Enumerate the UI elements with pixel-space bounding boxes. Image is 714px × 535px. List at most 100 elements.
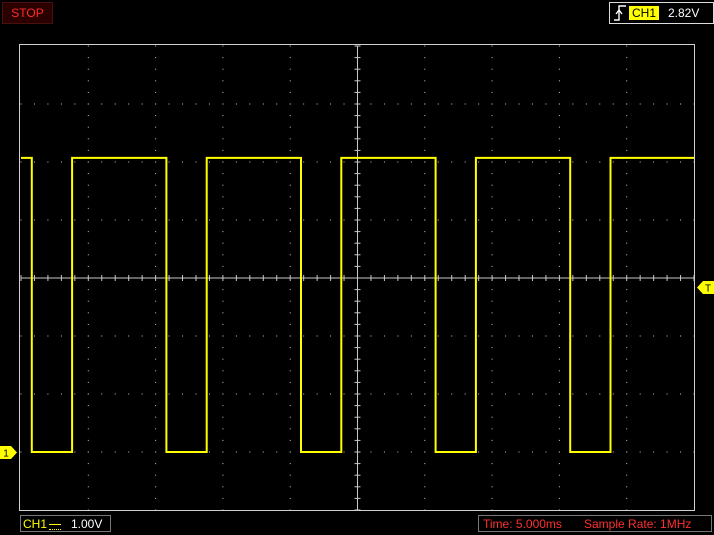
grid-dot bbox=[558, 393, 560, 395]
grid-dot bbox=[33, 219, 35, 221]
grid-dot bbox=[222, 173, 224, 175]
grid-dot bbox=[639, 219, 641, 221]
grid-dot bbox=[626, 381, 628, 383]
grid-dot bbox=[491, 405, 493, 407]
grid-dot bbox=[424, 138, 426, 140]
grid-dot bbox=[410, 335, 412, 337]
grid-dot bbox=[222, 358, 224, 360]
grid-dot bbox=[222, 335, 224, 337]
grid-dot bbox=[626, 289, 628, 291]
grid-dot bbox=[87, 126, 89, 128]
grid-dot bbox=[558, 474, 560, 476]
grid-dot bbox=[155, 196, 157, 198]
grid-dot bbox=[424, 103, 426, 105]
grid-dot bbox=[74, 393, 76, 395]
grid-dot bbox=[60, 335, 62, 337]
grid-dot bbox=[208, 335, 210, 337]
grid-dot bbox=[653, 451, 655, 453]
grid-dot bbox=[424, 486, 426, 488]
grid-dot bbox=[437, 103, 439, 105]
grid-dot bbox=[491, 323, 493, 325]
grid-dot bbox=[491, 335, 493, 337]
grid-dot bbox=[20, 335, 22, 337]
grid-dot bbox=[33, 161, 35, 163]
grid-dot bbox=[289, 405, 291, 407]
grid-dot bbox=[558, 161, 560, 163]
grid-dot bbox=[491, 219, 493, 221]
grid-dot bbox=[155, 381, 157, 383]
grid-dot bbox=[397, 161, 399, 163]
grid-dot bbox=[531, 335, 533, 337]
grid-dot bbox=[424, 57, 426, 59]
grid-dot bbox=[491, 439, 493, 441]
grid-dot bbox=[168, 219, 170, 221]
grid-dot bbox=[289, 497, 291, 499]
channel-scale-label: CH1 bbox=[23, 517, 48, 531]
grid-dot bbox=[155, 57, 157, 59]
grid-dot bbox=[424, 289, 426, 291]
grid-dot bbox=[545, 335, 547, 337]
grid-dot bbox=[289, 509, 291, 511]
grid-dot bbox=[222, 149, 224, 151]
grid-dot bbox=[289, 207, 291, 209]
channel-scale-box[interactable]: CH1 1.00V bbox=[20, 515, 111, 532]
grid-dot bbox=[155, 242, 157, 244]
ch1-ground-marker[interactable]: 1 bbox=[0, 446, 17, 459]
grid-dot bbox=[87, 312, 89, 314]
grid-dot bbox=[155, 312, 157, 314]
grid-dot bbox=[612, 103, 614, 105]
grid-dot bbox=[155, 428, 157, 430]
grid-dot bbox=[114, 451, 116, 453]
grid-dot bbox=[491, 207, 493, 209]
grid-dot bbox=[208, 451, 210, 453]
grid-dot bbox=[235, 451, 237, 453]
grid-dot bbox=[289, 115, 291, 117]
grid-dot bbox=[222, 474, 224, 476]
grid-dot bbox=[60, 393, 62, 395]
timebase-box[interactable]: Time: 5.000ms Sample Rate: 1MHz bbox=[478, 515, 712, 532]
grid-dot bbox=[155, 439, 157, 441]
grid-dot bbox=[639, 161, 641, 163]
grid-dot bbox=[141, 335, 143, 337]
grid-dot bbox=[33, 103, 35, 105]
grid-dot bbox=[303, 161, 305, 163]
grid-dot bbox=[424, 265, 426, 267]
grid-dot bbox=[693, 219, 695, 221]
grid-dot bbox=[424, 207, 426, 209]
grid-dot bbox=[626, 80, 628, 82]
grid-dot bbox=[74, 219, 76, 221]
grid-dot bbox=[128, 103, 130, 105]
grid-dot bbox=[491, 358, 493, 360]
grid-dot bbox=[155, 289, 157, 291]
grid-dot bbox=[626, 451, 628, 453]
grid-dot bbox=[182, 103, 184, 105]
grid-dot bbox=[235, 161, 237, 163]
grid-dot bbox=[491, 254, 493, 256]
grid-dot bbox=[424, 196, 426, 198]
grid-dot bbox=[572, 393, 574, 395]
grid-dot bbox=[155, 68, 157, 70]
grid-dot bbox=[47, 103, 49, 105]
grid-dot bbox=[626, 497, 628, 499]
grid-dot bbox=[303, 103, 305, 105]
grid-dot bbox=[639, 103, 641, 105]
grid-dot bbox=[505, 451, 507, 453]
grid-dot bbox=[289, 381, 291, 383]
grid-dot bbox=[545, 393, 547, 395]
grid-dot bbox=[464, 161, 466, 163]
trigger-level-marker[interactable]: T bbox=[697, 281, 714, 294]
grid-dot bbox=[478, 393, 480, 395]
grid-dot bbox=[491, 173, 493, 175]
grid-dot bbox=[626, 45, 628, 47]
grid-dot bbox=[626, 300, 628, 302]
grid-dot bbox=[478, 161, 480, 163]
grid-dot bbox=[693, 103, 695, 105]
grid-dot bbox=[289, 428, 291, 430]
grid-dot bbox=[101, 161, 103, 163]
grid-dot bbox=[531, 393, 533, 395]
grid-dot bbox=[410, 103, 412, 105]
grid-dot bbox=[410, 161, 412, 163]
grid-dot bbox=[87, 358, 89, 360]
grid-dot bbox=[518, 451, 520, 453]
grid-dot bbox=[289, 486, 291, 488]
